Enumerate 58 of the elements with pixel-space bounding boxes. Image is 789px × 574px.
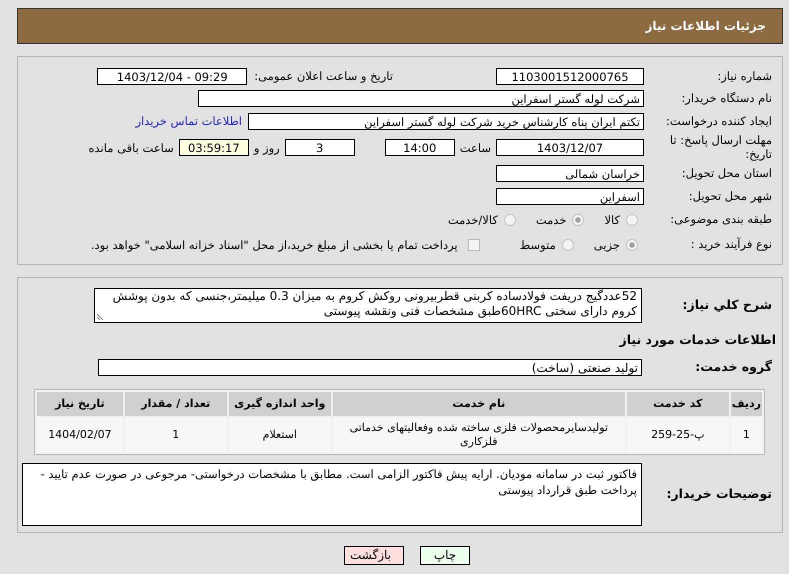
table-cell: 1404/02/07	[37, 418, 123, 452]
field-label: طبقه بندی موضوعی:	[669, 213, 773, 227]
field-label: شرح کلي نياز:	[682, 298, 773, 312]
column-header: ردیف	[730, 392, 762, 416]
radio-button[interactable]	[504, 214, 516, 226]
option-label: کالا/خدمت	[448, 213, 498, 227]
countdown-value: 03:59:17	[178, 139, 249, 156]
field-label: گروه خدمت:	[694, 360, 773, 375]
radio-button[interactable]	[626, 214, 638, 226]
radio-button[interactable]	[626, 239, 638, 251]
table-cell: تولیدسایرمحصولات فلزی ساخته شده وفعالیتهای خدماتی فلزکاری	[332, 418, 625, 452]
resize-grip-icon[interactable]	[97, 312, 105, 320]
column-header: کد خدمت	[626, 392, 729, 416]
field-label: استان محل تحویل:	[680, 167, 773, 180]
field-value: اسفراین	[496, 188, 644, 205]
field-label: مهلت ارسال پاسخ: تا تاریخ:	[668, 134, 773, 161]
field-label: شهر محل تحویل:	[688, 190, 773, 203]
field-value: تولید صنعتی (ساخت)	[98, 359, 642, 376]
field-label: تاریخ و ساعت اعلان عمومی:	[254, 69, 393, 84]
field-value: 1103001512000765	[496, 68, 644, 85]
field-value: خراسان شمالی	[496, 165, 644, 182]
radio-button[interactable]	[572, 214, 584, 226]
section-heading: اطلاعات خدمات مورد نیاز	[618, 330, 777, 349]
column-header: تعداد / مقدار	[124, 392, 227, 416]
page-title: جزئیات اطلاعات نیاز	[645, 19, 766, 33]
field-label: ساعت	[460, 140, 491, 154]
checkbox[interactable]	[468, 239, 480, 251]
field-value: 1403/12/07	[496, 139, 644, 156]
option-label: کالا	[604, 213, 620, 227]
table-cell: 1	[124, 418, 227, 452]
field-label: ساعت باقی مانده	[88, 140, 174, 154]
field-value: شرکت لوله گستر اسفراین	[198, 90, 644, 108]
radio-button[interactable]	[562, 239, 574, 251]
field-label: ایجاد کننده درخواست:	[665, 114, 773, 128]
column-header: واحد اندازه گیری	[228, 392, 331, 416]
field-label: نام دستگاه خریدار:	[680, 92, 773, 106]
notes-text: فاکتور ثبت در سامانه مودیان. ارایه پیش فاکتور الزامی است. مطابق با مشخصات درخواستی- مرجوعی در صورت عدم تایید - پرداخت طبق قرارداد پیوستی	[40, 466, 637, 498]
column-header: تاریخ نیاز	[37, 392, 123, 416]
field-value: 14:00	[384, 139, 455, 156]
field-label: نوع فرآیند خرید :	[690, 238, 773, 252]
field-value: 1403/12/04 - 09:29	[97, 68, 248, 85]
field-value: تکتم ایران پناه کارشناس خرید شرکت لوله گستر اسفراین	[248, 112, 644, 130]
back-button[interactable]: بازگشت	[344, 546, 404, 564]
option-label: متوسط	[520, 238, 556, 252]
field-label: توضیحات خریدار:	[665, 486, 773, 502]
column-header: نام خدمت	[332, 392, 625, 416]
print-button[interactable]: چاپ	[420, 546, 470, 564]
option-label: خدمت	[536, 213, 566, 227]
contact-link[interactable]: اطلاعات تماس خریدار	[135, 114, 242, 128]
checkbox-label: پرداخت تمام یا بخشی از مبلغ خرید،از محل "اسناد خزانه اسلامی" خواهد بود.	[90, 238, 458, 252]
option-label: جزیی	[594, 238, 620, 252]
description-text: 52عددگیج دریفت فولادساده کربنی قطربیرونی روکش کروم به میزان 0.3 میلیمتر،جنسی که بدون پوشش کروم دارای سختی 60HRCطبق مشخصات فنی ونقشه پیوستی	[112, 288, 637, 318]
table-cell: استعلام	[228, 418, 331, 452]
field-label: روز و	[254, 140, 280, 154]
table-cell: پ-25-259	[626, 418, 729, 452]
field-value: 3	[284, 139, 355, 156]
field-label: شماره نیاز:	[716, 70, 773, 83]
table-cell: 1	[730, 418, 762, 452]
